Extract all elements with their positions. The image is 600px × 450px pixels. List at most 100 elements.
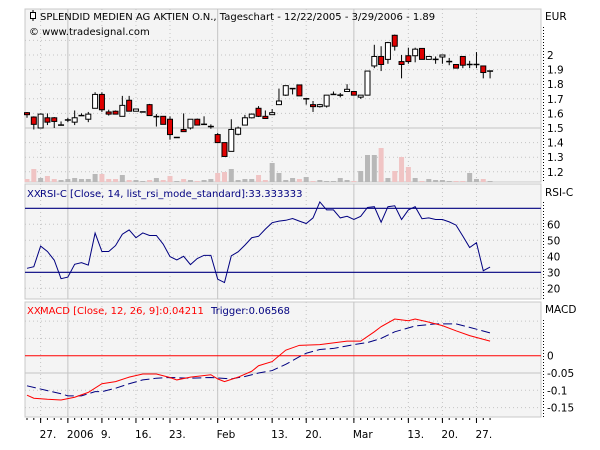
candle-body xyxy=(85,113,92,120)
rsi-tick-label: 40 xyxy=(547,251,560,263)
candle-body xyxy=(350,91,357,96)
volume-bar xyxy=(78,179,84,182)
volume-bar xyxy=(147,180,153,182)
candle xyxy=(92,92,99,109)
candle-body xyxy=(412,48,419,57)
x-tick-label: 20. xyxy=(441,429,458,441)
candle-body xyxy=(405,55,412,63)
x-tick-label: 9. xyxy=(101,429,111,441)
chart-title: SPLENDID MEDIEN AG AKTIEN O.N., Tagescha… xyxy=(40,12,435,23)
candle-body xyxy=(364,70,371,96)
stock-chart: 2 1.9 1.8 1.7 1.6 1.5 1.4 1.3 1.2 60 50 40 30 20 0 -0.0… xyxy=(24,8,576,441)
candle-body xyxy=(296,84,303,97)
volume-bar xyxy=(262,180,268,182)
macd-label: MACD [Close, 12, 26, 9]:0.04211 xyxy=(40,306,204,317)
volume-bar xyxy=(480,179,486,182)
candle-body xyxy=(44,117,51,123)
candle xyxy=(160,115,167,125)
candle xyxy=(323,94,330,108)
volume-bar xyxy=(126,180,132,182)
volume-bar xyxy=(405,167,411,182)
candle-body xyxy=(323,94,330,107)
candle-body xyxy=(275,100,282,106)
macd-tick-label: -0.1 xyxy=(547,385,568,397)
candle xyxy=(425,55,432,60)
macd-header: MACD [Close, 12, 26, 9]:0.04211 Trigger:… xyxy=(40,306,290,317)
volume-bar xyxy=(249,179,255,182)
candle xyxy=(282,85,289,96)
x-tick-label: 20. xyxy=(305,429,322,441)
volume-bar xyxy=(174,181,180,182)
volume-bar xyxy=(194,181,200,182)
volume-bar xyxy=(269,163,275,182)
volume-bar xyxy=(65,179,71,182)
candle-body xyxy=(167,118,174,136)
candle-body xyxy=(459,55,466,66)
macd-tick-label: -0.15 xyxy=(547,403,574,415)
candle-body xyxy=(37,113,44,129)
candle-body xyxy=(248,113,255,119)
x-tick-label: Mar xyxy=(353,429,373,441)
candle-body xyxy=(269,112,276,116)
price-tick-label: 1.3 xyxy=(547,152,564,164)
volume-bar xyxy=(31,169,37,182)
volume-bar xyxy=(385,178,391,182)
candle xyxy=(316,103,323,108)
macd-panel xyxy=(24,301,542,418)
candle-body xyxy=(453,63,460,69)
volume-bar xyxy=(24,179,30,182)
volume-bar xyxy=(72,178,78,182)
rsi-tick-label: 30 xyxy=(547,267,560,279)
rsi-tick-label: 60 xyxy=(547,219,560,231)
x-tick-label: 23. xyxy=(169,429,186,441)
x-tick-label: 2006 xyxy=(67,429,94,441)
x-tick-label: 16. xyxy=(135,429,152,441)
price-tick-label: 1.7 xyxy=(547,94,564,106)
volume-bar xyxy=(99,174,105,182)
volume-bar xyxy=(153,178,159,182)
candle-body xyxy=(194,118,201,126)
volume-bar xyxy=(38,178,44,182)
volume-bar xyxy=(160,180,166,182)
x-tick-label: 13. xyxy=(271,429,288,441)
volume-bar xyxy=(303,177,309,182)
candle-body xyxy=(105,111,112,115)
price-tick-label: 1.5 xyxy=(547,123,564,135)
volume-bar xyxy=(228,169,234,182)
volume-bar xyxy=(351,181,357,182)
volume-bar xyxy=(324,181,330,182)
macd-tick-label: 0 xyxy=(547,351,554,363)
candle-body xyxy=(187,118,194,129)
candle-body xyxy=(282,85,289,96)
volume-bar xyxy=(392,171,398,182)
candle xyxy=(112,110,119,115)
volume-bar xyxy=(365,155,370,182)
price-tick-label: 2 xyxy=(547,50,554,62)
candle-body xyxy=(344,88,351,92)
x-tick-label: 13. xyxy=(407,429,424,441)
volume-bar xyxy=(215,173,221,182)
candle xyxy=(296,84,303,97)
candle-body xyxy=(398,61,405,65)
candle xyxy=(98,92,105,112)
volume-bar xyxy=(337,178,343,182)
rsi-tick-label: 50 xyxy=(547,235,560,247)
candle xyxy=(453,63,460,69)
price-tick-label: 1.6 xyxy=(547,108,564,120)
volume-bar xyxy=(378,148,384,182)
rsi-label: RSI-C [Close, 14, list_rsi_mode_standard… xyxy=(40,189,302,200)
candle-body xyxy=(71,117,78,123)
copyright-text: © www.tradesignal.com xyxy=(29,27,150,38)
volume-bar xyxy=(358,171,364,182)
volume-bar xyxy=(399,157,405,182)
volume-bar xyxy=(330,181,336,182)
candle-body xyxy=(241,117,248,126)
price-tick-label: 1.2 xyxy=(547,167,564,179)
candle xyxy=(418,47,425,60)
candle xyxy=(235,126,242,136)
rsi-panel xyxy=(24,183,542,300)
rsi-axis-title: RSI-C xyxy=(545,187,573,199)
candle-body xyxy=(262,115,269,120)
macd-axis-title: MACD xyxy=(545,304,576,316)
candle-body xyxy=(160,115,167,125)
